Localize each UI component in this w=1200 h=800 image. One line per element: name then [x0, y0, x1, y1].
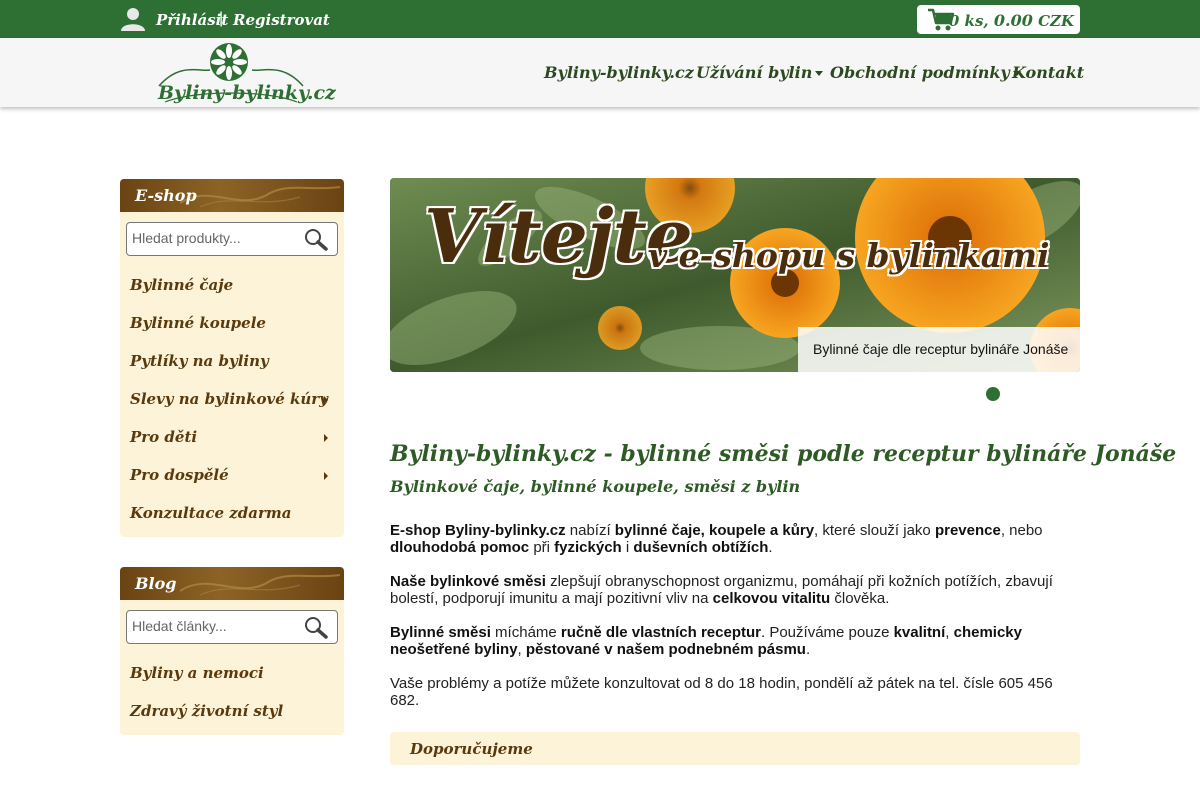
recommended-section: Doporučujeme — [390, 732, 1080, 765]
text-bold: E-shop Byliny-bylinky.cz — [390, 522, 566, 539]
contact-paragraph: Vaše problémy a potíže můžete konzultova… — [390, 675, 1053, 709]
sidebar-item-consultation[interactable]: Konzultace zdarma — [130, 504, 292, 522]
text-bold: Bylinné směsi — [390, 624, 491, 641]
blog-sidebar: Blog Byliny a nemoci Zdravý životní styl — [120, 567, 344, 735]
register-link[interactable]: Registrovat — [233, 11, 330, 29]
text: při — [529, 539, 555, 556]
nav-contact-label: Kontakt — [1012, 63, 1085, 82]
search-icon[interactable] — [303, 615, 329, 639]
site-logo[interactable]: Byliny-bylinky.cz — [155, 42, 336, 106]
text: , — [945, 624, 954, 641]
sidebar-item-healthy-lifestyle[interactable]: Zdravý životní styl — [130, 702, 283, 720]
chevron-right-icon[interactable] — [324, 472, 328, 480]
text-bold: bylinné čaje, koupele a kůry — [614, 522, 815, 539]
swirl-decoration-icon — [180, 186, 340, 208]
hero-banner[interactable]: Vítejte v e-shopu s bylinkami Bylinné ča… — [390, 178, 1080, 372]
slider-dot[interactable] — [986, 387, 1000, 401]
eshop-header: E-shop — [120, 179, 344, 212]
top-bar: Přihlásit | Registrovat 0 ks, 0.00 CZK — [0, 0, 1200, 38]
page-title: Byliny-bylinky.cz - bylinné směsi podle … — [390, 441, 1177, 467]
ingredients-paragraph: Bylinné směsi mícháme ručně dle vlastníc… — [390, 624, 1070, 658]
article-search-input[interactable] — [132, 618, 292, 634]
blog-header: Blog — [120, 567, 344, 600]
text-bold: celkovou vitalitu — [712, 590, 831, 607]
text: , — [517, 641, 526, 658]
cart-summary[interactable]: 0 ks, 0.00 CZK — [917, 5, 1080, 34]
chevron-right-icon[interactable] — [324, 434, 328, 442]
text-bold: prevence — [934, 522, 1001, 539]
nav-home[interactable]: Byliny-bylinky.cz — [544, 63, 694, 82]
cart-text: 0 ks, 0.00 CZK — [949, 11, 1074, 30]
banner-caption: Bylinné čaje dle receptur bylináře Jonáš… — [798, 327, 1080, 372]
text: , které slouží jako — [814, 522, 935, 539]
chevron-down-icon — [815, 71, 824, 76]
sidebar-item-herbal-teas[interactable]: Bylinné čaje — [130, 276, 233, 294]
text-bold: Naše bylinkové směsi — [390, 573, 546, 590]
text: . Používáme pouze — [761, 624, 894, 641]
text-bold: fyzických — [554, 539, 622, 556]
text: člověka. — [830, 590, 890, 607]
banner-subtitle: v e-shopu s bylinkami — [648, 236, 1050, 275]
chevron-right-icon[interactable] — [324, 396, 328, 404]
product-search-input[interactable] — [132, 230, 292, 246]
recommended-title: Doporučujeme — [410, 740, 533, 758]
text: . — [805, 641, 811, 658]
sidebar-item-for-kids[interactable]: Pro děti — [130, 428, 197, 446]
text: i — [621, 539, 634, 556]
cart-total: 0.00 — [993, 11, 1033, 30]
text: nabízí — [565, 522, 615, 539]
page-subtitle: Bylinkové čaje, bylinné koupele, směsi z… — [390, 477, 801, 496]
cart-currency: CZK — [1038, 12, 1074, 30]
text-bold: dlouhodobá pomoc — [390, 539, 530, 556]
text: . — [768, 539, 773, 556]
text-bold: ručně dle vlastních receptur — [560, 624, 761, 641]
sidebar-item-herb-bags[interactable]: Pytlíky na byliny — [130, 352, 269, 370]
sidebar-item-herbs-diseases[interactable]: Byliny a nemoci — [130, 664, 264, 682]
user-icon[interactable] — [120, 7, 146, 31]
top-separator: | — [219, 10, 224, 27]
text-bold: pěstované v našem podnebném pásmu — [525, 641, 806, 658]
nav-terms-label: Obchodní podmínky — [830, 63, 1010, 82]
eshop-title: E-shop — [135, 186, 197, 205]
logo-text: Byliny-bylinky.cz — [158, 82, 336, 104]
sidebar-item-herbal-baths[interactable]: Bylinné koupele — [130, 314, 266, 332]
nav-home-label: Byliny-bylinky.cz — [544, 63, 694, 82]
eshop-sidebar: E-shop Bylinné čaje Bylinné koupele Pytl… — [120, 179, 344, 537]
text: mícháme — [490, 624, 561, 641]
cart-count: 0 ks, — [948, 12, 989, 30]
sidebar-item-discounts[interactable]: Slevy na bylinkové kúry — [130, 390, 328, 408]
nav-herb-usage[interactable]: Užívání bylin — [696, 63, 824, 82]
blog-title: Blog — [135, 574, 177, 593]
text-bold: duševních obtížích — [633, 539, 769, 556]
search-icon[interactable] — [303, 227, 329, 251]
nav-contact[interactable]: Kontakt — [1012, 63, 1084, 82]
intro-paragraph: E-shop Byliny-bylinky.cz nabízí bylinné … — [390, 522, 1070, 556]
benefits-paragraph: Naše bylinkové směsi zlepšují obranyscho… — [390, 573, 1070, 607]
product-search — [126, 222, 338, 256]
nav-herb-usage-label: Užívání bylin — [696, 63, 813, 82]
nav-terms[interactable]: Obchodní podmínky — [830, 63, 1021, 82]
swirl-decoration-icon — [180, 574, 340, 596]
login-link[interactable]: Přihlásit — [156, 11, 228, 29]
text: , nebo — [1000, 522, 1043, 539]
sidebar-item-for-adults[interactable]: Pro dospělé — [130, 466, 229, 484]
text-bold: kvalitní — [893, 624, 946, 641]
article-search — [126, 610, 338, 644]
site-header: Byliny-bylinky.cz Byliny-bylinky.cz Užív… — [0, 38, 1200, 107]
